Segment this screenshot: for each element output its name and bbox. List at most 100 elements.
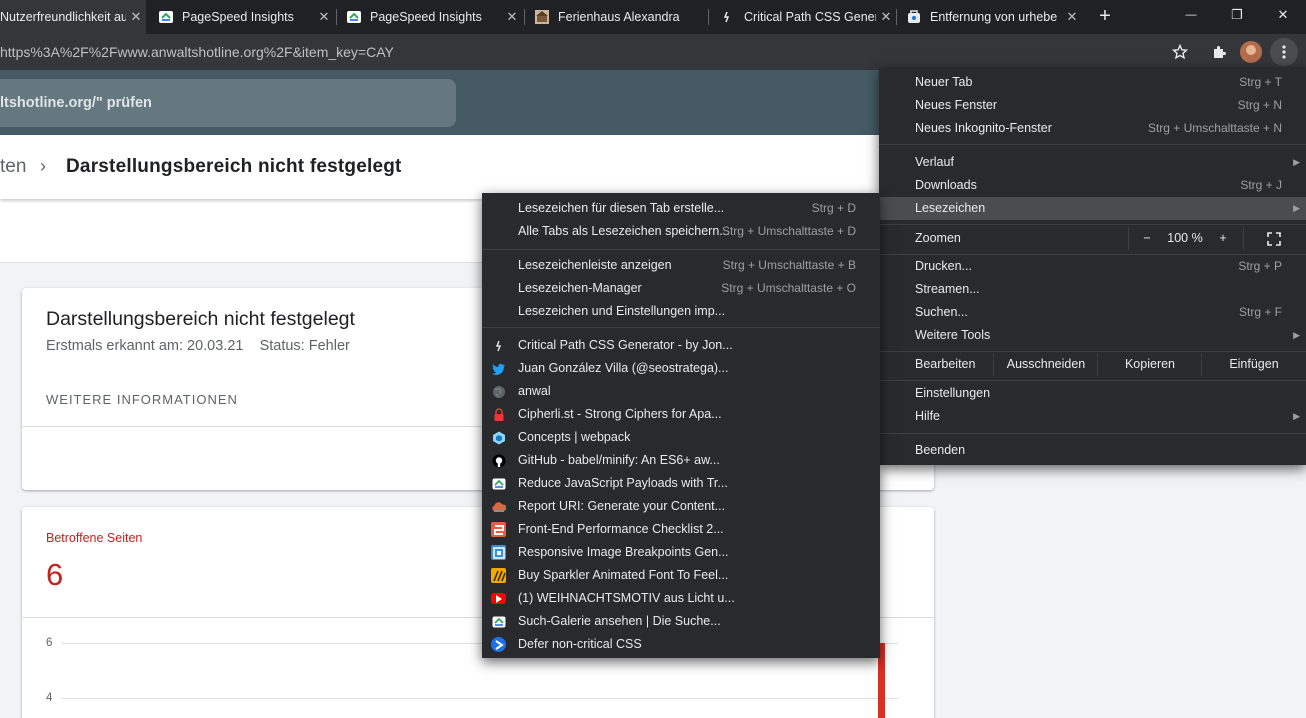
zoom-label: Zoomen xyxy=(915,231,961,245)
tab-title: PageSpeed Insights xyxy=(182,10,294,24)
bookmark-item[interactable]: Report URI: Generate your Content... xyxy=(482,495,880,518)
tab[interactable]: Entfernung von urhebe ✕ xyxy=(898,0,1082,34)
submenu-arrow-icon: ▶ xyxy=(1293,157,1300,167)
show-bookmarks-bar[interactable]: Lesezeichenleiste anzeigen Strg + Umschal… xyxy=(482,254,880,277)
tab[interactable]: Ferienhaus Alexandra xyxy=(526,0,706,34)
critical-path-icon xyxy=(720,9,736,25)
smashing-icon xyxy=(491,522,506,537)
tab-title: Ferienhaus Alexandra xyxy=(558,10,680,24)
menu-row-zoom: Zoomen − 100 % + xyxy=(879,227,1306,250)
bookmark-item[interactable]: Responsive Image Breakpoints Gen... xyxy=(482,541,880,564)
bookmark-item[interactable]: Critical Path CSS Generator - by Jon... xyxy=(482,334,880,357)
bookmark-item[interactable]: anwal xyxy=(482,380,880,403)
bookmark-item[interactable]: Such-Galerie ansehen | Die Suche... xyxy=(482,610,880,633)
minimize-button[interactable]: — xyxy=(1168,0,1214,30)
edit-label: Bearbeiten xyxy=(915,357,976,371)
pagespeed-icon xyxy=(346,9,362,25)
tab-close-icon[interactable]: ✕ xyxy=(126,9,146,25)
y-tick-label: 4 xyxy=(46,692,53,704)
tab-close-icon[interactable]: ✕ xyxy=(502,9,522,25)
close-window-button[interactable]: ✕ xyxy=(1260,0,1306,30)
sparkler-icon xyxy=(491,568,506,583)
pagespeed-icon xyxy=(491,476,506,491)
bookmark-item[interactable]: Concepts | webpack xyxy=(482,426,880,449)
tab[interactable]: Critical Path CSS Gener ✕ xyxy=(712,0,896,34)
bookmark-star-icon[interactable] xyxy=(1166,38,1194,66)
bookmark-item[interactable]: Defer non-critical CSS xyxy=(482,633,880,656)
webpack-icon xyxy=(491,430,506,445)
new-tab-button[interactable]: + xyxy=(1094,5,1116,27)
zoom-level: 100 % xyxy=(1167,231,1203,245)
github-icon xyxy=(491,453,506,468)
fullscreen-icon[interactable] xyxy=(1259,227,1289,250)
zoom-in-button[interactable]: + xyxy=(1211,227,1235,250)
restore-button[interactable]: ❐ xyxy=(1214,0,1260,30)
affected-pages-count: 6 xyxy=(46,557,64,592)
bookmark-item[interactable]: Reduce JavaScript Payloads with Tr... xyxy=(482,472,880,495)
issue-title: Darstellungsbereich nicht festgelegt xyxy=(46,308,355,330)
issue-meta: Erstmals erkannt am: 20.03.21 Status: Fe… xyxy=(46,338,350,354)
youtube-icon xyxy=(491,593,506,604)
bookmark-item[interactable]: Cipherli.st - Strong Ciphers for Apa... xyxy=(482,403,880,426)
twitter-icon xyxy=(491,361,506,376)
menu-item-cast[interactable]: Streamen... xyxy=(879,278,1306,301)
pagespeed-icon xyxy=(491,614,506,629)
menu-item-new-tab[interactable]: Neuer Tab Strg + T xyxy=(879,71,1306,94)
bookmark-item[interactable]: Juan González Villa (@seostratega)... xyxy=(482,357,880,380)
image-icon xyxy=(491,545,506,560)
tab-title: Entfernung von urhebe xyxy=(930,10,1058,24)
menu-item-history[interactable]: Verlauf ▶ xyxy=(879,151,1306,174)
tab[interactable]: PageSpeed Insights ✕ xyxy=(150,0,334,34)
tab-title: Critical Path CSS Gener xyxy=(744,10,876,24)
tab-active[interactable]: Nutzerfreundlichkeit au ✕ xyxy=(0,0,146,34)
profile-avatar[interactable] xyxy=(1240,41,1262,63)
globe-icon xyxy=(491,384,506,399)
menu-item-downloads[interactable]: Downloads Strg + J xyxy=(879,174,1306,197)
tab-close-icon[interactable]: ✕ xyxy=(314,9,334,25)
tab[interactable]: PageSpeed Insights ✕ xyxy=(338,0,522,34)
import-bookmarks[interactable]: Lesezeichen und Einstellungen imp... xyxy=(482,300,880,323)
breadcrumb-prev[interactable]: ten xyxy=(0,156,26,178)
menu-item-more-tools[interactable]: Weitere Tools ▶ xyxy=(879,324,1306,347)
webdev-icon xyxy=(491,637,506,652)
menu-item-new-window[interactable]: Neues Fenster Strg + N xyxy=(879,94,1306,117)
menu-item-exit[interactable]: Beenden xyxy=(879,439,1306,462)
menu-item-print[interactable]: Drucken... Strg + P xyxy=(879,255,1306,278)
cloud-icon xyxy=(491,499,506,514)
gridline xyxy=(62,698,898,699)
bookmark-this-tab[interactable]: Lesezeichen für diesen Tab erstelle... St… xyxy=(482,197,880,220)
copy-button[interactable]: Kopieren xyxy=(1098,353,1202,376)
chevron-right-icon: › xyxy=(40,156,46,176)
bookmark-item[interactable]: GitHub - babel/minify: An ES6+ aw... xyxy=(482,449,880,472)
extensions-icon[interactable] xyxy=(1205,38,1233,66)
affected-pages-label: Betroffene Seiten xyxy=(46,531,143,545)
menu-item-help[interactable]: Hilfe ▶ xyxy=(879,405,1306,428)
url-inspect-bar[interactable]: ltshotline.org/" prüfen xyxy=(0,79,456,127)
bookmark-item[interactable]: Front-End Performance Checklist 2... xyxy=(482,518,880,541)
browser-toolbar: https%3A%2F%2Fwww.anwaltshotline.org%2F&… xyxy=(0,34,1306,70)
bookmark-item[interactable]: (1) WEIHNACHTSMOTIV aus Licht u... xyxy=(482,587,880,610)
bookmarks-submenu: Lesezeichen für diesen Tab erstelle... St… xyxy=(482,193,880,658)
menu-item-incognito[interactable]: Neues Inkognito-Fenster Strg + Umschaltta… xyxy=(879,117,1306,140)
tab-title: PageSpeed Insights xyxy=(370,10,482,24)
bookmark-item[interactable]: Buy Sparkler Animated Font To Feel... xyxy=(482,564,880,587)
menu-row-edit: Bearbeiten Ausschneiden Kopieren Einfüge… xyxy=(879,353,1306,376)
menu-item-settings[interactable]: Einstellungen xyxy=(879,382,1306,405)
menu-item-find[interactable]: Suchen... Strg + F xyxy=(879,301,1306,324)
paste-button[interactable]: Einfügen xyxy=(1202,353,1306,376)
tab-close-icon[interactable]: ✕ xyxy=(1062,9,1082,25)
breadcrumb: ten › Darstellungsbereich nicht festgele… xyxy=(0,135,880,199)
page-title: Darstellungsbereich nicht festgelegt xyxy=(66,156,402,177)
address-bar[interactable]: https%3A%2F%2Fwww.anwaltshotline.org%2F&… xyxy=(0,38,1200,66)
tab-title: Nutzerfreundlichkeit au xyxy=(0,10,126,24)
zoom-out-button[interactable]: − xyxy=(1135,227,1159,250)
cut-button[interactable]: Ausschneiden xyxy=(994,353,1098,376)
tab-close-icon[interactable]: ✕ xyxy=(876,9,896,25)
y-tick-label: 6 xyxy=(46,637,53,649)
more-info-link[interactable]: WEITERE INFORMATIONEN xyxy=(46,392,238,407)
bookmark-manager[interactable]: Lesezeichen-Manager Strg + Umschalttaste … xyxy=(482,277,880,300)
submenu-arrow-icon: ▶ xyxy=(1293,203,1300,213)
bookmark-all-tabs[interactable]: Alle Tabs als Lesezeichen speichern... St… xyxy=(482,220,880,243)
menu-item-bookmarks[interactable]: Lesezeichen ▶ xyxy=(879,197,1306,220)
menu-dots-icon[interactable] xyxy=(1270,38,1298,66)
